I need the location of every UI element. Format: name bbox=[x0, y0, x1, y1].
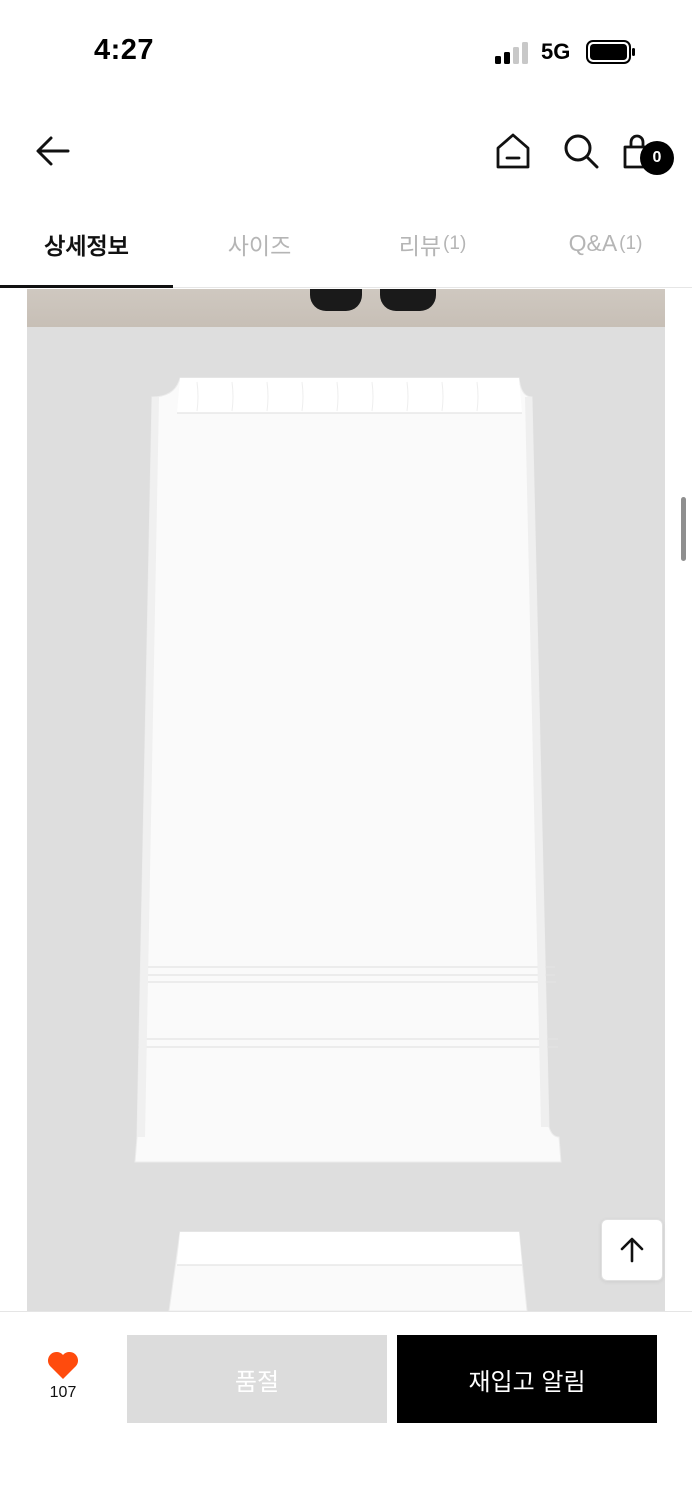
like-button[interactable]: 107 bbox=[30, 1350, 96, 1420]
bottom-action-bar: 107 품절 재입고 알림 bbox=[0, 1311, 692, 1500]
product-tabs: 상세정보 사이즈 리뷰 (1) Q&A (1) bbox=[0, 200, 692, 288]
search-icon bbox=[564, 134, 599, 169]
tab-label: 상세정보 bbox=[44, 232, 129, 259]
scrollbar[interactable] bbox=[681, 497, 686, 561]
tab-reviews[interactable]: 리뷰 (1) bbox=[346, 200, 519, 287]
tab-count: (1) bbox=[619, 232, 643, 254]
tab-label: Q&A bbox=[568, 230, 618, 256]
sandal-right bbox=[380, 289, 436, 311]
like-count: 107 bbox=[49, 1384, 77, 1401]
product-photo-floor bbox=[27, 289, 665, 327]
search-button[interactable] bbox=[556, 126, 606, 176]
signal-icon bbox=[495, 42, 528, 64]
soldout-button: 품절 bbox=[127, 1335, 387, 1423]
tab-details[interactable]: 상세정보 bbox=[0, 200, 173, 288]
back-arrow-icon bbox=[36, 136, 70, 166]
network-label: 5G bbox=[541, 39, 571, 64]
sandal-left bbox=[310, 289, 362, 311]
back-button[interactable] bbox=[28, 126, 78, 176]
tab-count: (1) bbox=[443, 232, 467, 254]
status-time: 4:27 bbox=[94, 34, 155, 66]
heart-icon bbox=[47, 1351, 79, 1379]
tab-label: 리뷰 bbox=[398, 232, 442, 259]
product-photo-skirt bbox=[134, 377, 562, 1311]
home-button[interactable] bbox=[488, 126, 538, 176]
cart-count-badge: 0 bbox=[640, 141, 674, 175]
battery-icon bbox=[586, 40, 635, 64]
home-icon bbox=[496, 133, 530, 169]
restock-alert-button[interactable]: 재입고 알림 bbox=[397, 1335, 657, 1423]
status-bar: 4:27 5G bbox=[0, 0, 692, 100]
tab-size[interactable]: 사이즈 bbox=[173, 200, 346, 287]
tab-qna[interactable]: Q&A (1) bbox=[519, 200, 692, 287]
scroll-to-top-button[interactable] bbox=[601, 1219, 663, 1281]
tab-label: 사이즈 bbox=[227, 232, 292, 259]
arrow-up-icon bbox=[620, 1237, 644, 1263]
product-detail-images bbox=[27, 289, 665, 1311]
top-navigation bbox=[0, 110, 692, 190]
